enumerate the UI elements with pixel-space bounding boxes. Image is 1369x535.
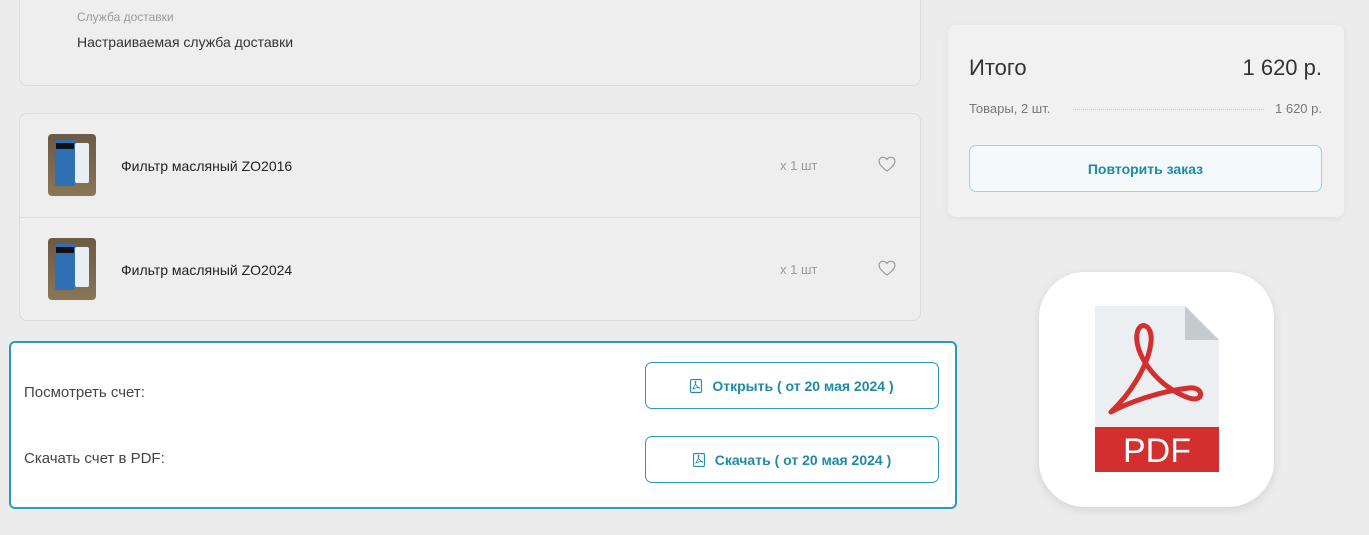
open-invoice-button[interactable]: Открыть ( от 20 мая 2024 ) [645, 362, 939, 409]
product-quantity: x 1 шт [780, 262, 818, 277]
product-name[interactable]: Фильтр масляный ZO2016 [121, 158, 292, 174]
goods-sum: 1 620 р. [1269, 101, 1322, 116]
product-name[interactable]: Фильтр масляный ZO2024 [121, 262, 292, 278]
view-invoice-label: Посмотреть счет: [24, 384, 145, 401]
product-quantity: x 1 шт [780, 158, 818, 173]
pdf-file-icon [690, 378, 703, 393]
invoice-panel: Посмотреть счет: Открыть ( от 20 мая 202… [9, 341, 957, 509]
dotted-leader [1073, 109, 1264, 110]
download-invoice-label-text: Скачать ( от 20 мая 2024 ) [714, 451, 892, 468]
product-image[interactable] [48, 238, 96, 300]
repeat-order-button[interactable]: Повторить заказ [969, 145, 1322, 192]
total-sum: 1 620 р. [1242, 55, 1322, 80]
download-invoice-button[interactable]: Скачать ( от 20 мая 2024 ) [645, 436, 939, 483]
heart-icon[interactable] [877, 154, 897, 174]
pdf-icon-text: PDF [1123, 432, 1191, 470]
pdf-app-icon: PDF [1039, 272, 1274, 507]
delivery-label: Служба доставки [77, 10, 174, 24]
delivery-value: Настраиваемая служба доставки [77, 34, 294, 50]
open-invoice-label: Открыть ( от 20 мая 2024 ) [712, 377, 894, 394]
delivery-card: Служба доставки Настраиваемая служба дос… [19, 0, 921, 86]
list-item: Фильтр масляный ZO2016 x 1 шт [20, 114, 920, 217]
product-image[interactable] [48, 134, 96, 196]
download-invoice-label: Скачать счет в PDF: [24, 450, 165, 467]
order-total-card: Итого 1 620 р. Товары, 2 шт. 1 620 р. По… [948, 25, 1344, 217]
list-item: Фильтр масляный ZO2024 x 1 шт [20, 217, 920, 321]
order-items-list: Фильтр масляный ZO2016 x 1 шт Фильтр мас… [19, 113, 921, 321]
total-title: Итого [969, 55, 1027, 80]
heart-icon[interactable] [877, 258, 897, 278]
pdf-file-icon [692, 452, 705, 467]
pdf-file-icon: PDF [1095, 306, 1219, 472]
goods-count: Товары, 2 шт. [969, 101, 1057, 116]
